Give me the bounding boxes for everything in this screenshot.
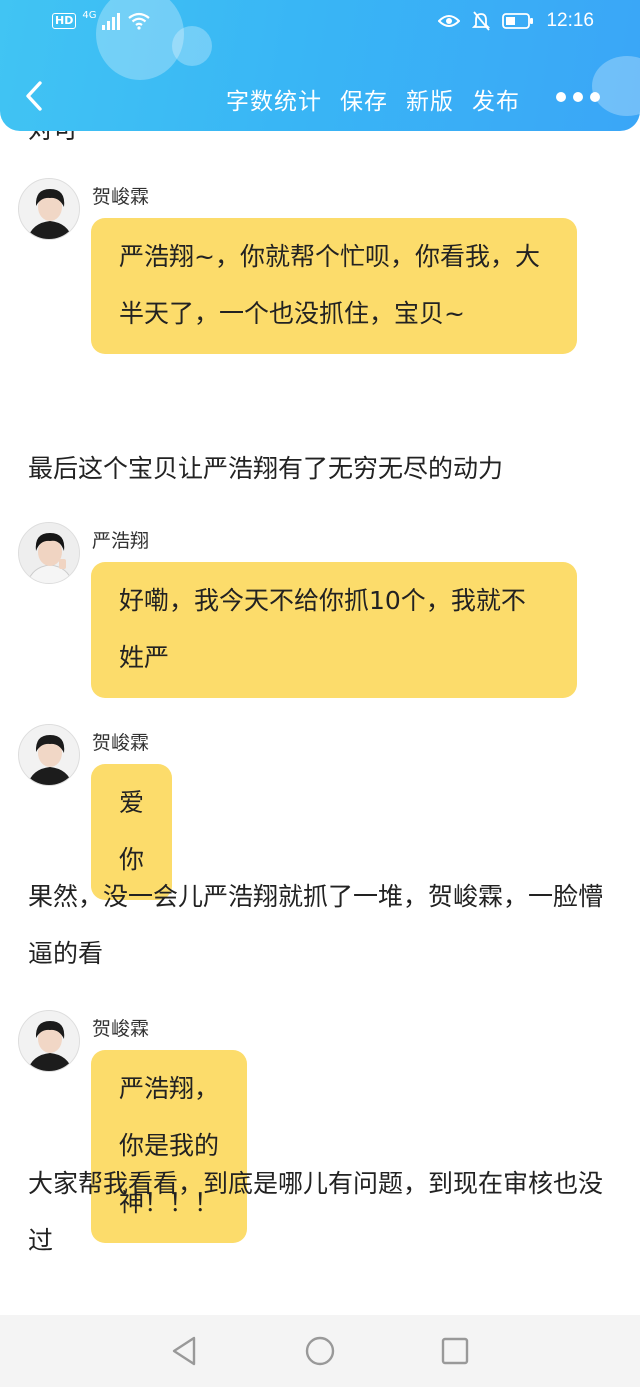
avatar[interactable]	[18, 1010, 80, 1072]
app-header: HD 4G 12:16 字数统计 保存 新版 发布	[0, 0, 640, 131]
word-count-button[interactable]: 字数统计	[226, 82, 322, 116]
publish-button[interactable]: 发布	[472, 82, 520, 116]
system-nav-bar	[0, 1315, 640, 1387]
message-bubble: 好嘞，我今天不给你抓10个，我就不姓严	[91, 562, 577, 698]
chevron-left-icon	[26, 81, 42, 111]
toolbar: 字数统计 保存 新版 发布	[0, 66, 640, 126]
eye-icon	[438, 15, 461, 27]
battery-icon	[502, 13, 534, 29]
hd-badge: HD	[52, 13, 77, 29]
story-paragraph: 大家帮我看看，到底是哪儿有问题，到现在审核也没过	[28, 1169, 604, 1255]
avatar[interactable]	[18, 178, 80, 240]
home-circle-icon[interactable]	[305, 1335, 335, 1367]
back-triangle-icon[interactable]	[170, 1335, 198, 1367]
sender-name: 贺峻霖	[92, 186, 150, 208]
message-bubble: 严浩翔~，你就帮个忙呗，你看我，大半天了，一个也没抓住，宝贝~	[91, 218, 577, 354]
story-content: 对可 贺峻霖 严浩翔~，你就帮个忙呗，你看我，大半天了，一个也没抓住，宝贝~ 最…	[0, 0, 640, 1315]
sender-name: 贺峻霖	[92, 732, 150, 754]
status-bar: HD 4G 12:16	[0, 0, 640, 48]
new-version-button[interactable]: 新版	[406, 82, 454, 116]
network-label: 4G	[82, 9, 97, 21]
wifi-icon	[128, 12, 151, 30]
avatar[interactable]	[18, 724, 80, 786]
avatar[interactable]	[18, 522, 80, 584]
sender-name: 贺峻霖	[92, 1018, 150, 1040]
recents-square-icon[interactable]	[441, 1335, 469, 1367]
clock: 12:16	[546, 10, 594, 31]
story-paragraph: 最后这个宝贝让严浩翔有了无穷无尽的动力	[28, 454, 504, 483]
signal-icon	[102, 13, 121, 30]
save-button[interactable]: 保存	[340, 82, 388, 116]
more-dots-icon[interactable]	[556, 92, 600, 102]
sender-name: 严浩翔	[92, 530, 150, 552]
mute-icon	[472, 11, 491, 31]
story-paragraph: 果然，没一会儿严浩翔就抓了一堆，贺峻霖，一脸懵逼的看	[28, 882, 604, 968]
back-button[interactable]	[18, 78, 54, 114]
